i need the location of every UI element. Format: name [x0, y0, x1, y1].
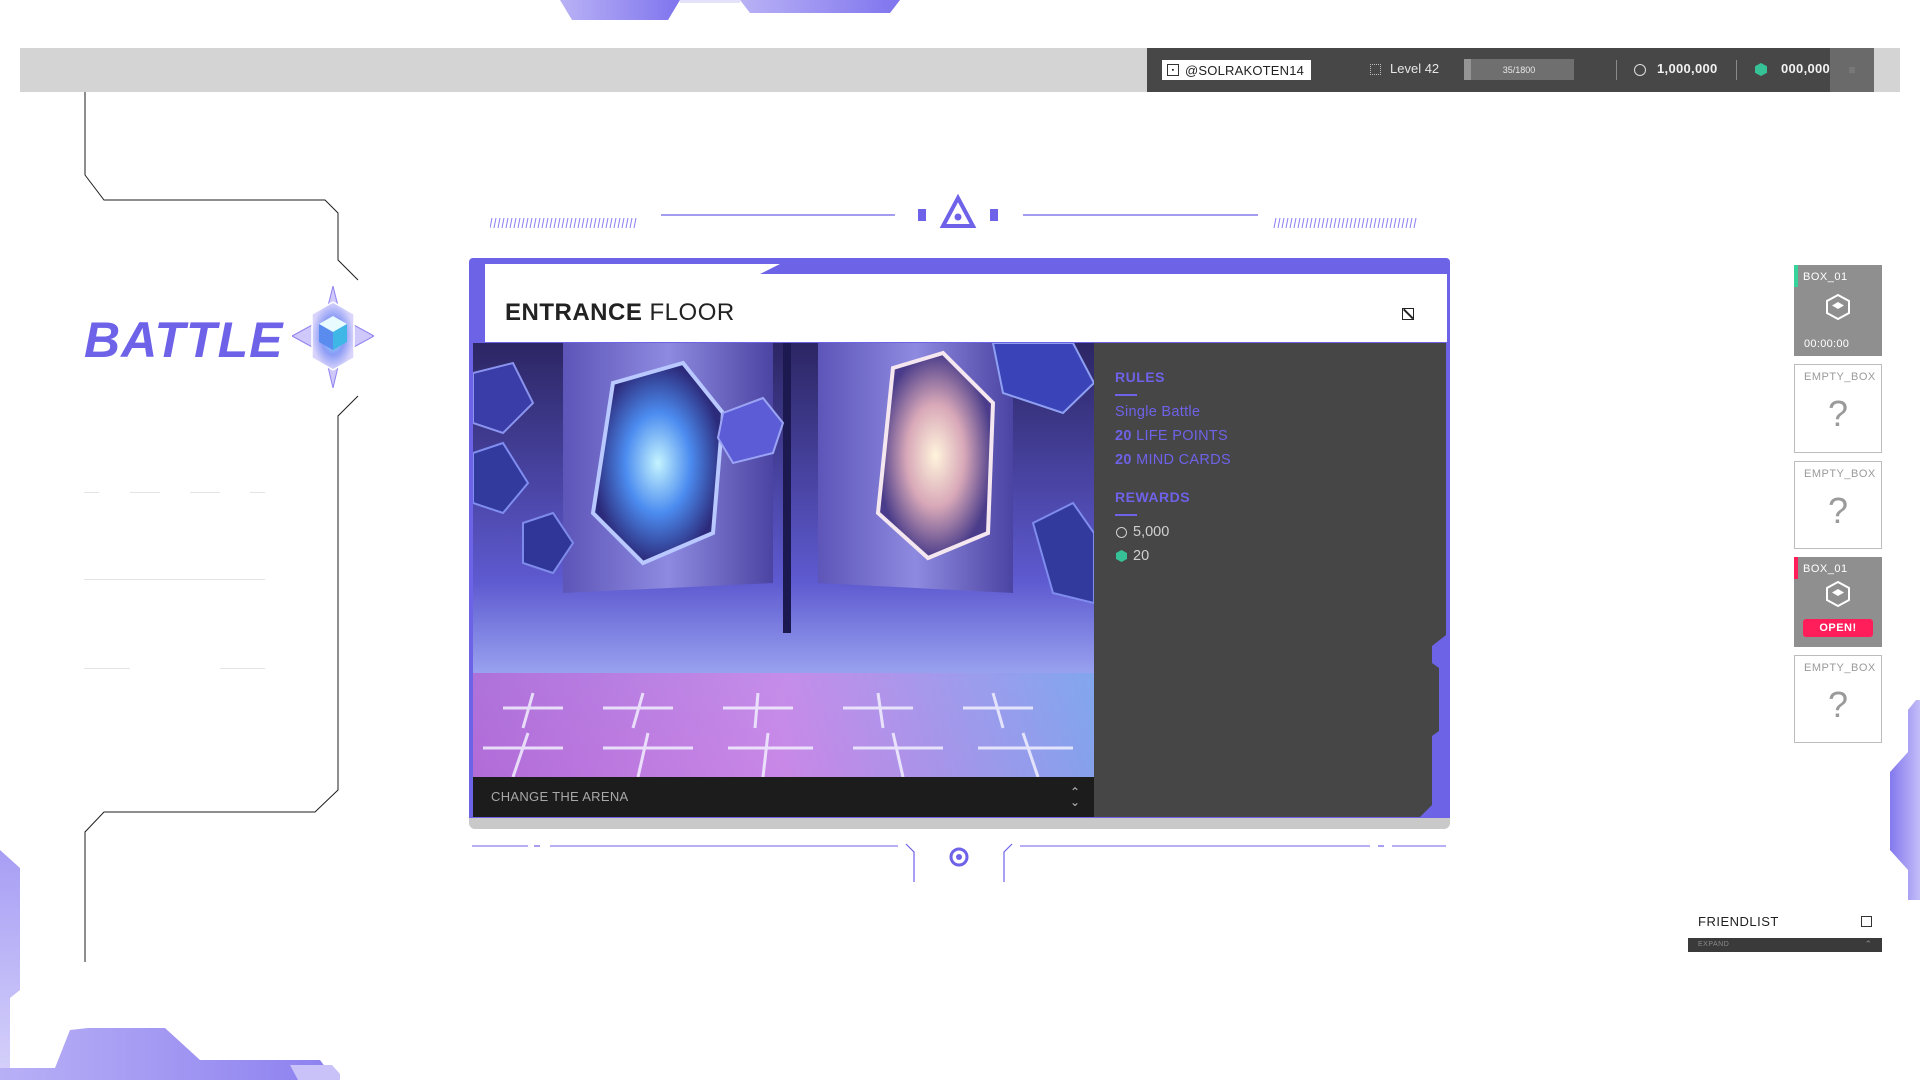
menu-icon: ≡: [1848, 63, 1856, 77]
reward-coins: 5,000: [1116, 524, 1169, 540]
rule-mind-cards: 20 MIND CARDS: [1115, 452, 1231, 468]
left-placeholder-line: [84, 579, 265, 580]
coin-icon: [1634, 64, 1646, 76]
top-bar: ▪ @SOLRAKOTEN14 Level 42 35/1800 1,000,0…: [20, 48, 1900, 92]
rewards-title: REWARDS: [1115, 489, 1191, 505]
divider: [1736, 60, 1737, 80]
reward-box-slot-2: EMPTY_BOX ?: [1794, 364, 1882, 453]
decor-top-tabs: [560, 0, 900, 20]
expand-icon[interactable]: [1402, 308, 1414, 320]
reward-box-slot-1[interactable]: BOX_01 00:00:00: [1794, 265, 1882, 356]
level-icon: [1370, 64, 1381, 75]
crystal-cube-emblem-icon: [292, 286, 374, 388]
left-placeholder-line: [84, 492, 99, 493]
username: @SOLRAKOTEN14: [1185, 62, 1305, 78]
left-placeholder-line: [190, 492, 220, 493]
xp-progress-bar: 35/1800: [1464, 59, 1574, 80]
arena-header-ornament: [490, 193, 1417, 229]
change-arena-label: CHANGE THE ARENA: [491, 789, 629, 804]
left-placeholder-line: [220, 668, 265, 669]
friendlist-title: FRIENDLIST: [1698, 914, 1779, 929]
rules-underline: [1115, 394, 1137, 396]
rule-life-points-label: LIFE POINTS: [1136, 428, 1229, 444]
change-arena-selector[interactable]: CHANGE THE ARENA ⌃ ⌄: [473, 777, 1094, 817]
player-level: Level 42: [1390, 61, 1440, 76]
left-placeholder-line: [250, 492, 265, 493]
arena-footer-ornament: [472, 843, 1446, 882]
friendlist-icon[interactable]: [1861, 916, 1872, 927]
box-label: BOX_01: [1803, 563, 1848, 575]
left-panel-frame: [84, 90, 359, 962]
box-status-accent: [1794, 265, 1798, 287]
rule-battle-mode: Single Battle: [1115, 404, 1201, 420]
arena-title: ENTRANCE FLOOR: [505, 299, 735, 327]
arena-title-rest: FLOOR: [649, 299, 735, 326]
xp-progress-text: 35/1800: [1502, 64, 1536, 75]
reward-box-slot-5: EMPTY_BOX ?: [1794, 655, 1882, 743]
arena-preview-image: [473, 343, 1094, 777]
reward-box-slot-3: EMPTY_BOX ?: [1794, 461, 1882, 549]
rewards-underline: [1115, 514, 1137, 516]
empty-slot-question-mark: ?: [1827, 684, 1849, 725]
username-chip[interactable]: ▪ @SOLRAKOTEN14: [1162, 60, 1312, 80]
arena-title-bold: ENTRANCE: [505, 299, 643, 326]
rules-title: RULES: [1115, 369, 1165, 385]
divider: [1616, 60, 1617, 80]
box-label: EMPTY_BOX: [1804, 468, 1876, 480]
box-status-accent: [1794, 557, 1798, 579]
reward-cube-icon: [1826, 294, 1850, 320]
rule-mind-cards-label: MIND CARDS: [1136, 452, 1231, 468]
left-placeholder-line: [84, 668, 130, 669]
rule-life-points-value: 20: [1115, 428, 1132, 444]
coin-balance: 1,000,000: [1657, 61, 1718, 76]
reward-gems-value: 20: [1133, 548, 1150, 564]
rule-mind-cards-value: 20: [1115, 452, 1132, 468]
decor-right-edge: [1890, 700, 1920, 900]
reward-cube-icon: [1826, 581, 1850, 607]
page-title: BATTLE: [84, 312, 284, 368]
coin-icon: [1116, 526, 1127, 538]
reward-box-slot-4[interactable]: BOX_01 OPEN!: [1794, 557, 1882, 647]
profile-icon: ▪: [1167, 64, 1179, 76]
friendlist-expand-bar[interactable]: EXPAND ⌃: [1688, 938, 1882, 952]
reward-coins-value: 5,000: [1133, 524, 1170, 540]
open-box-button[interactable]: OPEN!: [1803, 619, 1873, 637]
empty-slot-question-mark: ?: [1827, 490, 1849, 531]
arena-illustration: [473, 343, 1094, 777]
menu-button[interactable]: ≡: [1830, 48, 1874, 92]
left-placeholder-line: [130, 492, 160, 493]
gem-icon: [1116, 550, 1127, 562]
rule-life-points: 20 LIFE POINTS: [1115, 428, 1228, 444]
chevron-up-down-icon: ⌃ ⌄: [1069, 785, 1080, 809]
empty-slot-question-mark: ?: [1827, 393, 1849, 434]
box-label: EMPTY_BOX: [1804, 662, 1876, 674]
chevron-up-icon: ⌃: [1864, 939, 1872, 949]
box-timer: 00:00:00: [1804, 338, 1850, 350]
reward-gems: 20: [1116, 548, 1149, 564]
arena-card-shadow: [469, 818, 1450, 829]
box-label: EMPTY_BOX: [1804, 371, 1876, 383]
friendlist-expand-label: EXPAND: [1698, 941, 1730, 948]
box-label: BOX_01: [1803, 271, 1848, 283]
player-status-bar: ▪ @SOLRAKOTEN14 Level 42 35/1800 1,000,0…: [1147, 48, 1874, 92]
gem-icon: [1755, 63, 1767, 76]
